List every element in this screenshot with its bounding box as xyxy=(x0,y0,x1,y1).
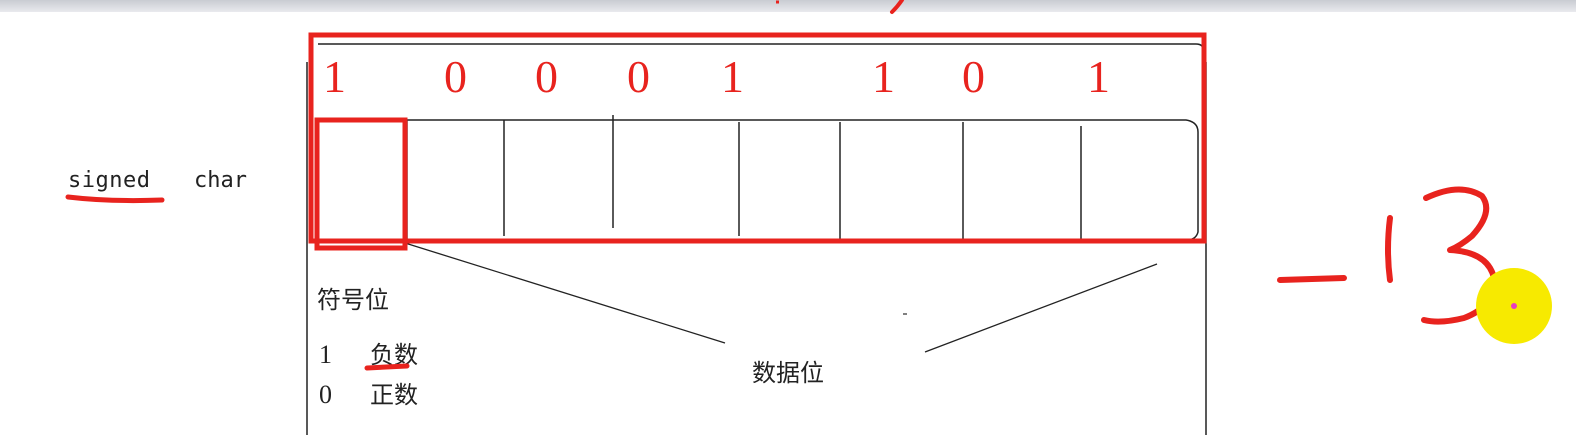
handwritten-minus-13 xyxy=(1277,186,1498,325)
connector-lines xyxy=(404,242,1158,353)
diagram-canvas xyxy=(65,0,1552,435)
connector-right xyxy=(924,263,1158,353)
red-annotations xyxy=(308,32,1207,251)
top-stroke-mark xyxy=(890,0,904,14)
negative-underline xyxy=(364,363,410,371)
cell-row-box xyxy=(316,119,1199,241)
signed-underline xyxy=(65,194,165,204)
red-sign-bit-box xyxy=(314,117,408,251)
red-byte-box xyxy=(308,32,1207,244)
connector-left xyxy=(404,242,726,344)
handwritten-minus xyxy=(1277,275,1347,283)
handwritten-one xyxy=(1385,215,1393,283)
pointer-dot xyxy=(1511,303,1517,309)
frame-top-edge xyxy=(318,43,1205,53)
cell-dividers xyxy=(406,115,1082,240)
